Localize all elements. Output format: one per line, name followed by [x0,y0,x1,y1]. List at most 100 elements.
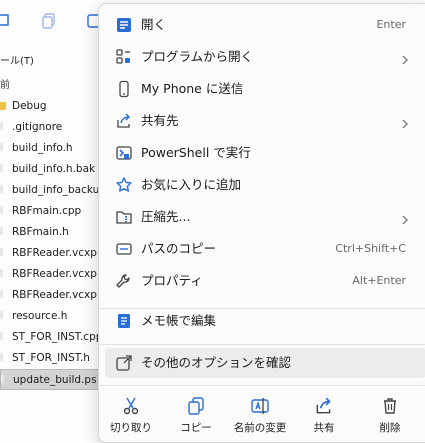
file-icon [0,160,6,172]
rename-icon [250,396,270,416]
chevron-right-icon [400,51,410,65]
open-app-icon [115,16,133,34]
menu-item-open-app[interactable]: 開く Enter [105,10,425,40]
action-label: 切り取り [110,422,152,434]
file-row[interactable]: RBFmain.cpp [0,201,110,222]
file-name: build_info_backup [12,184,106,196]
copy-toolbar-icon[interactable] [40,12,58,30]
powershell-icon [115,144,133,162]
menu-item-open-with[interactable]: プログラムから開く [105,42,425,72]
file-icon [0,265,6,277]
file-row[interactable]: build_info.h.bak [0,159,110,180]
file-row[interactable]: build_info.h [0,138,110,159]
file-row[interactable]: RBFmain.h [0,222,110,243]
action-label: 名前の変更 [233,422,287,434]
rename-button[interactable]: 名前の変更 [231,390,289,438]
menu-item-shortcut: Alt+Enter [352,274,406,287]
menu-item-label: 開く [141,17,167,32]
file-name: RBFmain.h [12,226,69,238]
zip-folder-icon [115,208,133,226]
context-menu: 開く Enter プログラムから開く My Phone に送信 共有先 PowerShel… [98,3,425,443]
menu-item-notepad[interactable]: メモ帳で編集 [105,306,425,336]
menu-item-label: メモ帳で編集 [141,313,217,328]
menu-item-label: PowerShell で実行 [141,145,251,160]
file-icon [0,349,6,361]
file-name: RBFReader.vcxproj [12,247,110,259]
menu-item-label: プロパティ [141,273,203,288]
file-icon [1,371,7,383]
tools-menu-label[interactable]: ール(T) [0,52,34,67]
file-icon [0,328,6,340]
menu-item-wrench[interactable]: プロパティ Alt+Enter [105,266,425,296]
menu-item-more-options[interactable]: その他のオプションを確認 [105,348,425,378]
share-icon [115,112,133,130]
file-name: .gitignore [12,121,63,133]
file-row[interactable]: ST_FOR_INST.h [0,348,110,369]
name-column-header[interactable]: 前 [0,76,10,91]
file-icon [0,181,6,193]
menu-item-star[interactable]: お気に入りに追加 [105,170,425,200]
phone-icon [115,80,133,98]
file-icon [0,118,6,130]
file-icon [0,202,6,214]
file-name: RBFReader.vcxproj [12,268,110,280]
chevron-right-icon [400,115,410,129]
file-row[interactable]: RBFReader.vcxproj [0,243,110,264]
menu-separator [99,308,425,309]
menu-item-share[interactable]: 共有先 [105,106,425,136]
file-name: build_info.h.bak [12,163,96,175]
quick-actions-bar: 切り取り コピー 名前の変更 共有 削除 [99,388,425,440]
file-icon [0,139,6,151]
menu-separator [99,344,425,345]
share-button[interactable]: 共有 [295,390,353,438]
file-icon [0,286,6,298]
trash-button[interactable]: 削除 [361,390,419,438]
file-row[interactable]: resource.h [0,306,110,327]
file-name: ST_FOR_INST.cpp [12,331,103,343]
file-name: RBFmain.cpp [12,205,82,217]
menu-item-label: パスのコピー [141,241,217,256]
menu-item-phone[interactable]: My Phone に送信 [105,74,425,104]
wrench-icon [115,272,133,290]
menu-item-label: 共有先 [141,113,179,128]
toolbar-icon-partial[interactable] [0,12,14,30]
trash-icon [380,396,400,416]
file-name: RBFReader.vcxproj [12,289,110,301]
file-row[interactable]: update_build.ps1 [0,369,110,390]
file-name: resource.h [12,310,68,322]
file-row[interactable]: ST_FOR_INST.cpp [0,327,110,348]
chevron-right-icon [400,211,410,225]
folder-icon [0,97,6,110]
file-row[interactable]: .gitignore [0,117,110,138]
menu-item-shortcut: Enter [376,18,406,31]
file-row[interactable]: Debug [0,96,110,117]
menu-item-copy-path[interactable]: パスのコピー Ctrl+Shift+C [105,234,425,264]
copy-icon [186,396,206,416]
menu-item-zip-folder[interactable]: 圧縮先... [105,202,425,232]
file-icon [0,244,6,256]
menu-item-label: My Phone に送信 [141,81,244,96]
menu-item-label: 圧縮先... [141,209,191,224]
menu-item-shortcut: Ctrl+Shift+C [335,242,406,255]
file-icon [0,307,6,319]
file-name: Debug [12,100,47,112]
share-icon [314,396,334,416]
file-row[interactable]: build_info_backup [0,180,110,201]
copy-path-icon [115,240,133,258]
action-label: 削除 [379,422,401,434]
menu-item-label: その他のオプションを確認 [141,355,292,370]
file-name: build_info.h [12,142,73,154]
file-row[interactable]: RBFReader.vcxproj [0,285,110,306]
star-icon [115,176,133,194]
menu-item-powershell[interactable]: PowerShell で実行 [105,138,425,168]
copy-button[interactable]: コピー [167,390,225,438]
file-icon [0,223,6,235]
menu-separator [99,385,425,386]
scissors-button[interactable]: 切り取り [102,390,160,438]
open-with-icon [115,48,133,66]
file-row[interactable]: RBFReader.vcxproj [0,264,110,285]
scissors-icon [121,396,141,416]
file-name: ST_FOR_INST.h [12,352,90,364]
menu-item-label: プログラムから開く [141,49,254,64]
menu-item-label: お気に入りに追加 [141,177,242,192]
